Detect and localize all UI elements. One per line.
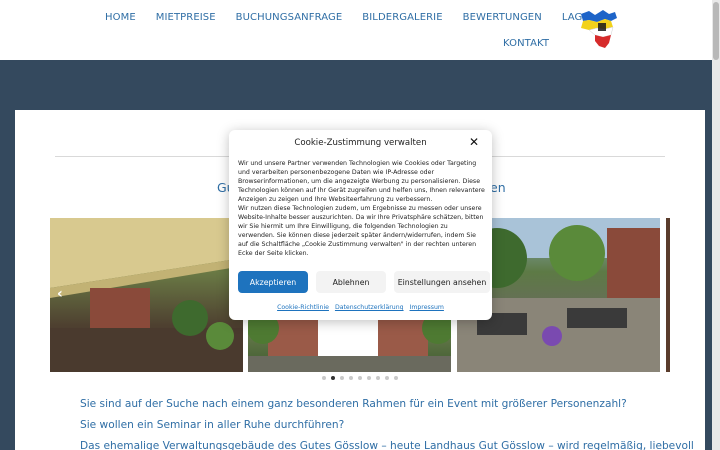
cookie-text-paragraph-2: Wir nutzen diese Technologien zudem, um …: [238, 205, 484, 257]
nav-row-2: KONTAKT: [493, 34, 559, 53]
cookie-footer-links: Cookie-Richtlinie Datenschutzerklärung I…: [229, 304, 492, 311]
slider-prev-arrow-icon[interactable]: ‹: [57, 286, 63, 302]
imprint-link[interactable]: Impressum: [410, 304, 444, 311]
nav-row-1: HOME MIETPREISE BUCHUNGSANFRAGE BILDERGA…: [95, 8, 589, 27]
scrollbar-track[interactable]: [712, 0, 720, 450]
slider-dot[interactable]: [394, 376, 398, 380]
cookie-button-group: Akzeptieren Ablehnen Einstellungen anseh…: [238, 271, 490, 293]
site-header: HOME MIETPREISE BUCHUNGSANFRAGE BILDERGA…: [0, 0, 712, 60]
nav-item-buchungsanfrage[interactable]: BUCHUNGSANFRAGE: [226, 8, 353, 27]
slider-dots: [15, 376, 705, 380]
cookie-consent-dialog: Cookie-Zustimmung verwalten ✕ Wir und un…: [229, 130, 492, 320]
slider-dot[interactable]: [322, 376, 326, 380]
map-logo-icon: [581, 10, 617, 48]
cookie-text-paragraph-1: Wir und unsere Partner verwenden Technol…: [238, 160, 485, 203]
nav-item-bewertungen[interactable]: BEWERTUNGEN: [453, 8, 552, 27]
main-navigation: HOME MIETPREISE BUCHUNGSANFRAGE BILDERGA…: [95, 8, 589, 49]
deny-cookies-button[interactable]: Ablehnen: [316, 271, 386, 293]
slider-dot[interactable]: [358, 376, 362, 380]
nav-item-bildergalerie[interactable]: BILDERGALERIE: [352, 8, 452, 27]
slider-dot[interactable]: [376, 376, 380, 380]
slide-image-terrace-awning: [50, 218, 243, 372]
slider-dot[interactable]: [385, 376, 389, 380]
subtitle-right-fragment: en: [490, 180, 506, 195]
terrace-photo: [50, 218, 243, 372]
nav-item-mietpreise[interactable]: MIETPREISE: [146, 8, 226, 27]
nav-item-home[interactable]: HOME: [95, 8, 146, 27]
slide-image-next-peek: [666, 218, 670, 372]
cookie-settings-button[interactable]: Einstellungen ansehen: [394, 271, 490, 293]
slider-dot[interactable]: [331, 376, 335, 380]
scrollbar-thumb[interactable]: [713, 2, 719, 60]
nav-item-kontakt[interactable]: KONTAKT: [493, 34, 559, 53]
cookie-policy-link[interactable]: Cookie-Richtlinie: [277, 304, 329, 311]
slider-dot[interactable]: [340, 376, 344, 380]
slider-dot[interactable]: [349, 376, 353, 380]
cookie-dialog-text: Wir und unsere Partner verwenden Technol…: [238, 159, 486, 258]
cookie-dialog-title: Cookie-Zustimmung verwalten: [294, 138, 427, 148]
privacy-policy-link[interactable]: Datenschutzerklärung: [335, 304, 404, 311]
accept-cookies-button[interactable]: Akzeptieren: [238, 271, 308, 293]
close-icon[interactable]: ✕: [469, 135, 479, 149]
slider-dot[interactable]: [367, 376, 371, 380]
site-logo[interactable]: [575, 8, 621, 52]
intro-text-building: Das ehemalige Verwaltungsgebäude des Gut…: [80, 440, 694, 450]
intro-question-event: Sie sind auf der Suche nach einem ganz b…: [80, 398, 627, 410]
intro-question-seminar: Sie wollen ein Seminar in aller Ruhe dur…: [80, 419, 345, 431]
